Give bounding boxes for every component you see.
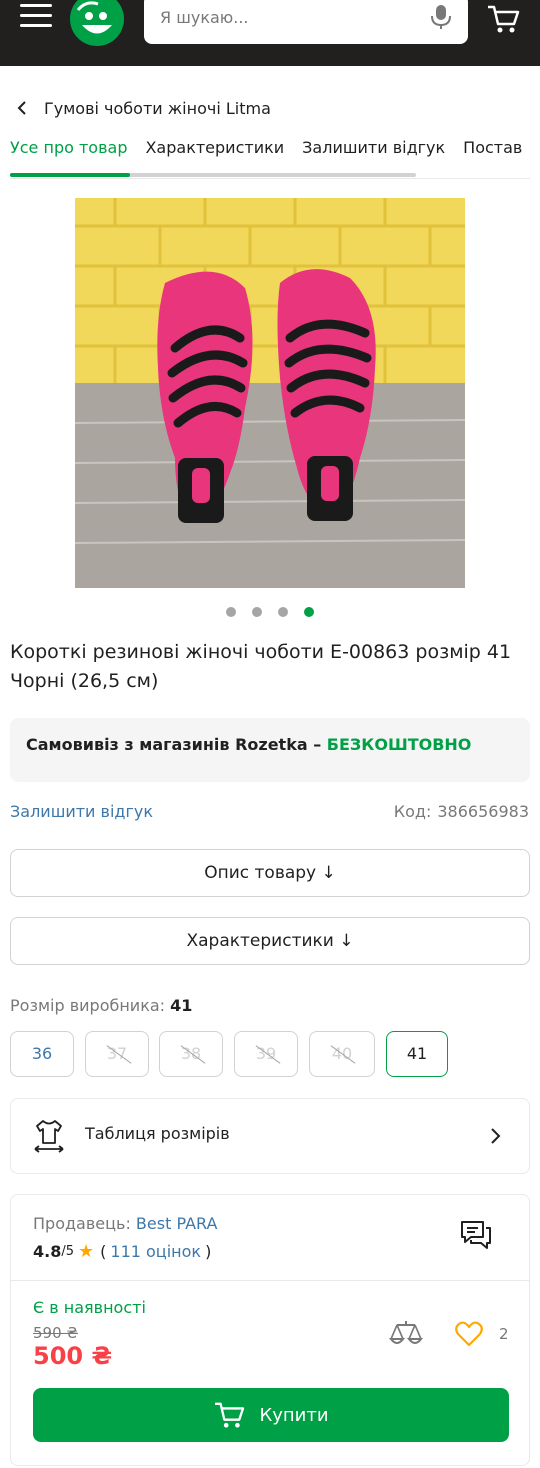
- reviews-close: ): [205, 1242, 212, 1261]
- stock-status: Є в наявності: [33, 1298, 146, 1317]
- selected-size: 41: [170, 996, 193, 1015]
- gallery-dot[interactable]: [226, 607, 236, 617]
- seller-card: Продавець: Best PARA 4.8/5 ★ ( 111 оціно…: [10, 1194, 530, 1466]
- characteristics-button[interactable]: Характеристики ↓: [10, 917, 530, 965]
- cart-icon: [215, 1402, 245, 1428]
- code-label: Код:: [393, 802, 432, 821]
- breadcrumb: Гумові чоботи жіночі Litma: [10, 95, 271, 121]
- tab-all-about[interactable]: Усе про товар: [10, 138, 127, 157]
- seller-rating: 4.8/5 ★ ( 111 оцінок ): [33, 1241, 211, 1262]
- code-value: 386656983: [437, 802, 529, 821]
- size-option-unavailable[interactable]: 39: [234, 1031, 298, 1077]
- tab-active-indicator: [10, 173, 130, 177]
- seller-name-link[interactable]: Best PARA: [136, 1214, 218, 1233]
- pickup-info: Самовивіз з магазинів Rozetka – БЕЗКОШТО…: [10, 718, 530, 782]
- size-option[interactable]: 36: [10, 1031, 74, 1077]
- divider: [11, 1280, 529, 1281]
- star-icon: ★: [78, 1241, 95, 1262]
- seller-label: Продавець:: [33, 1214, 131, 1233]
- seller-info: Продавець: Best PARA: [33, 1214, 217, 1233]
- microphone-icon[interactable]: [430, 4, 452, 30]
- compare-scales-icon[interactable]: [389, 1319, 423, 1349]
- search-bar[interactable]: Я шукаю...: [144, 0, 468, 44]
- pickup-text: Самовивіз з магазинів Rozetka –: [26, 735, 327, 754]
- breadcrumb-title[interactable]: Гумові чоботи жіночі Litma: [44, 99, 271, 118]
- gallery-dot[interactable]: [278, 607, 288, 617]
- gallery-dot-active[interactable]: [304, 607, 314, 617]
- divider: [10, 178, 530, 179]
- reviews-open: (: [100, 1242, 107, 1261]
- pickup-free-label: БЕЗКОШТОВНО: [326, 735, 472, 754]
- rozetka-logo[interactable]: [70, 0, 124, 46]
- product-code: Код: 386656983: [394, 802, 529, 821]
- buy-button-label: Купити: [259, 1404, 329, 1426]
- size-chart-link[interactable]: Таблиця розмірів: [10, 1098, 530, 1174]
- buy-button[interactable]: Купити: [33, 1388, 509, 1442]
- size-chart-label: Таблиця розмірів: [85, 1124, 230, 1143]
- description-button[interactable]: Опис товару ↓: [10, 849, 530, 897]
- tshirt-ruler-icon: [34, 1120, 64, 1153]
- wishlist-count: 2: [499, 1325, 509, 1343]
- search-input[interactable]: Я шукаю...: [160, 8, 249, 27]
- reviews-count-link[interactable]: 111 оцінок: [110, 1242, 201, 1261]
- gallery-pagination: [0, 607, 540, 617]
- menu-icon[interactable]: [20, 4, 52, 32]
- app-header: Я шукаю...: [0, 0, 540, 66]
- size-option-unavailable[interactable]: 37: [85, 1031, 149, 1077]
- size-option-selected[interactable]: 41: [386, 1031, 448, 1077]
- product-tabs: Усе про товар Характеристики Залишити відг…: [10, 138, 530, 178]
- gallery-dot[interactable]: [252, 607, 262, 617]
- rating-scale: /5: [61, 1244, 74, 1259]
- size-option-unavailable[interactable]: 40: [309, 1031, 375, 1077]
- product-title: Короткі резинові жіночі чоботи E-00863 р…: [10, 641, 512, 692]
- product-image[interactable]: [75, 198, 465, 588]
- cart-icon[interactable]: [486, 4, 520, 34]
- size-option-unavailable[interactable]: 38: [159, 1031, 223, 1077]
- tab-questions[interactable]: Постав: [463, 138, 522, 157]
- old-price: 590 ₴: [33, 1324, 79, 1342]
- heart-icon[interactable]: [455, 1321, 483, 1347]
- back-arrow-icon[interactable]: [10, 96, 34, 120]
- leave-review-link[interactable]: Залишити відгук: [10, 802, 153, 821]
- chevron-right-icon: [491, 1128, 501, 1144]
- chat-icon[interactable]: [459, 1219, 493, 1251]
- tab-leave-review[interactable]: Залишити відгук: [302, 138, 445, 157]
- tab-characteristics[interactable]: Характеристики: [145, 138, 284, 157]
- size-label-text: Розмір виробника:: [10, 996, 166, 1015]
- size-label: Розмір виробника: 41: [10, 996, 192, 1015]
- rating-value: 4.8: [33, 1242, 62, 1261]
- current-price: 500 ₴: [33, 1342, 113, 1370]
